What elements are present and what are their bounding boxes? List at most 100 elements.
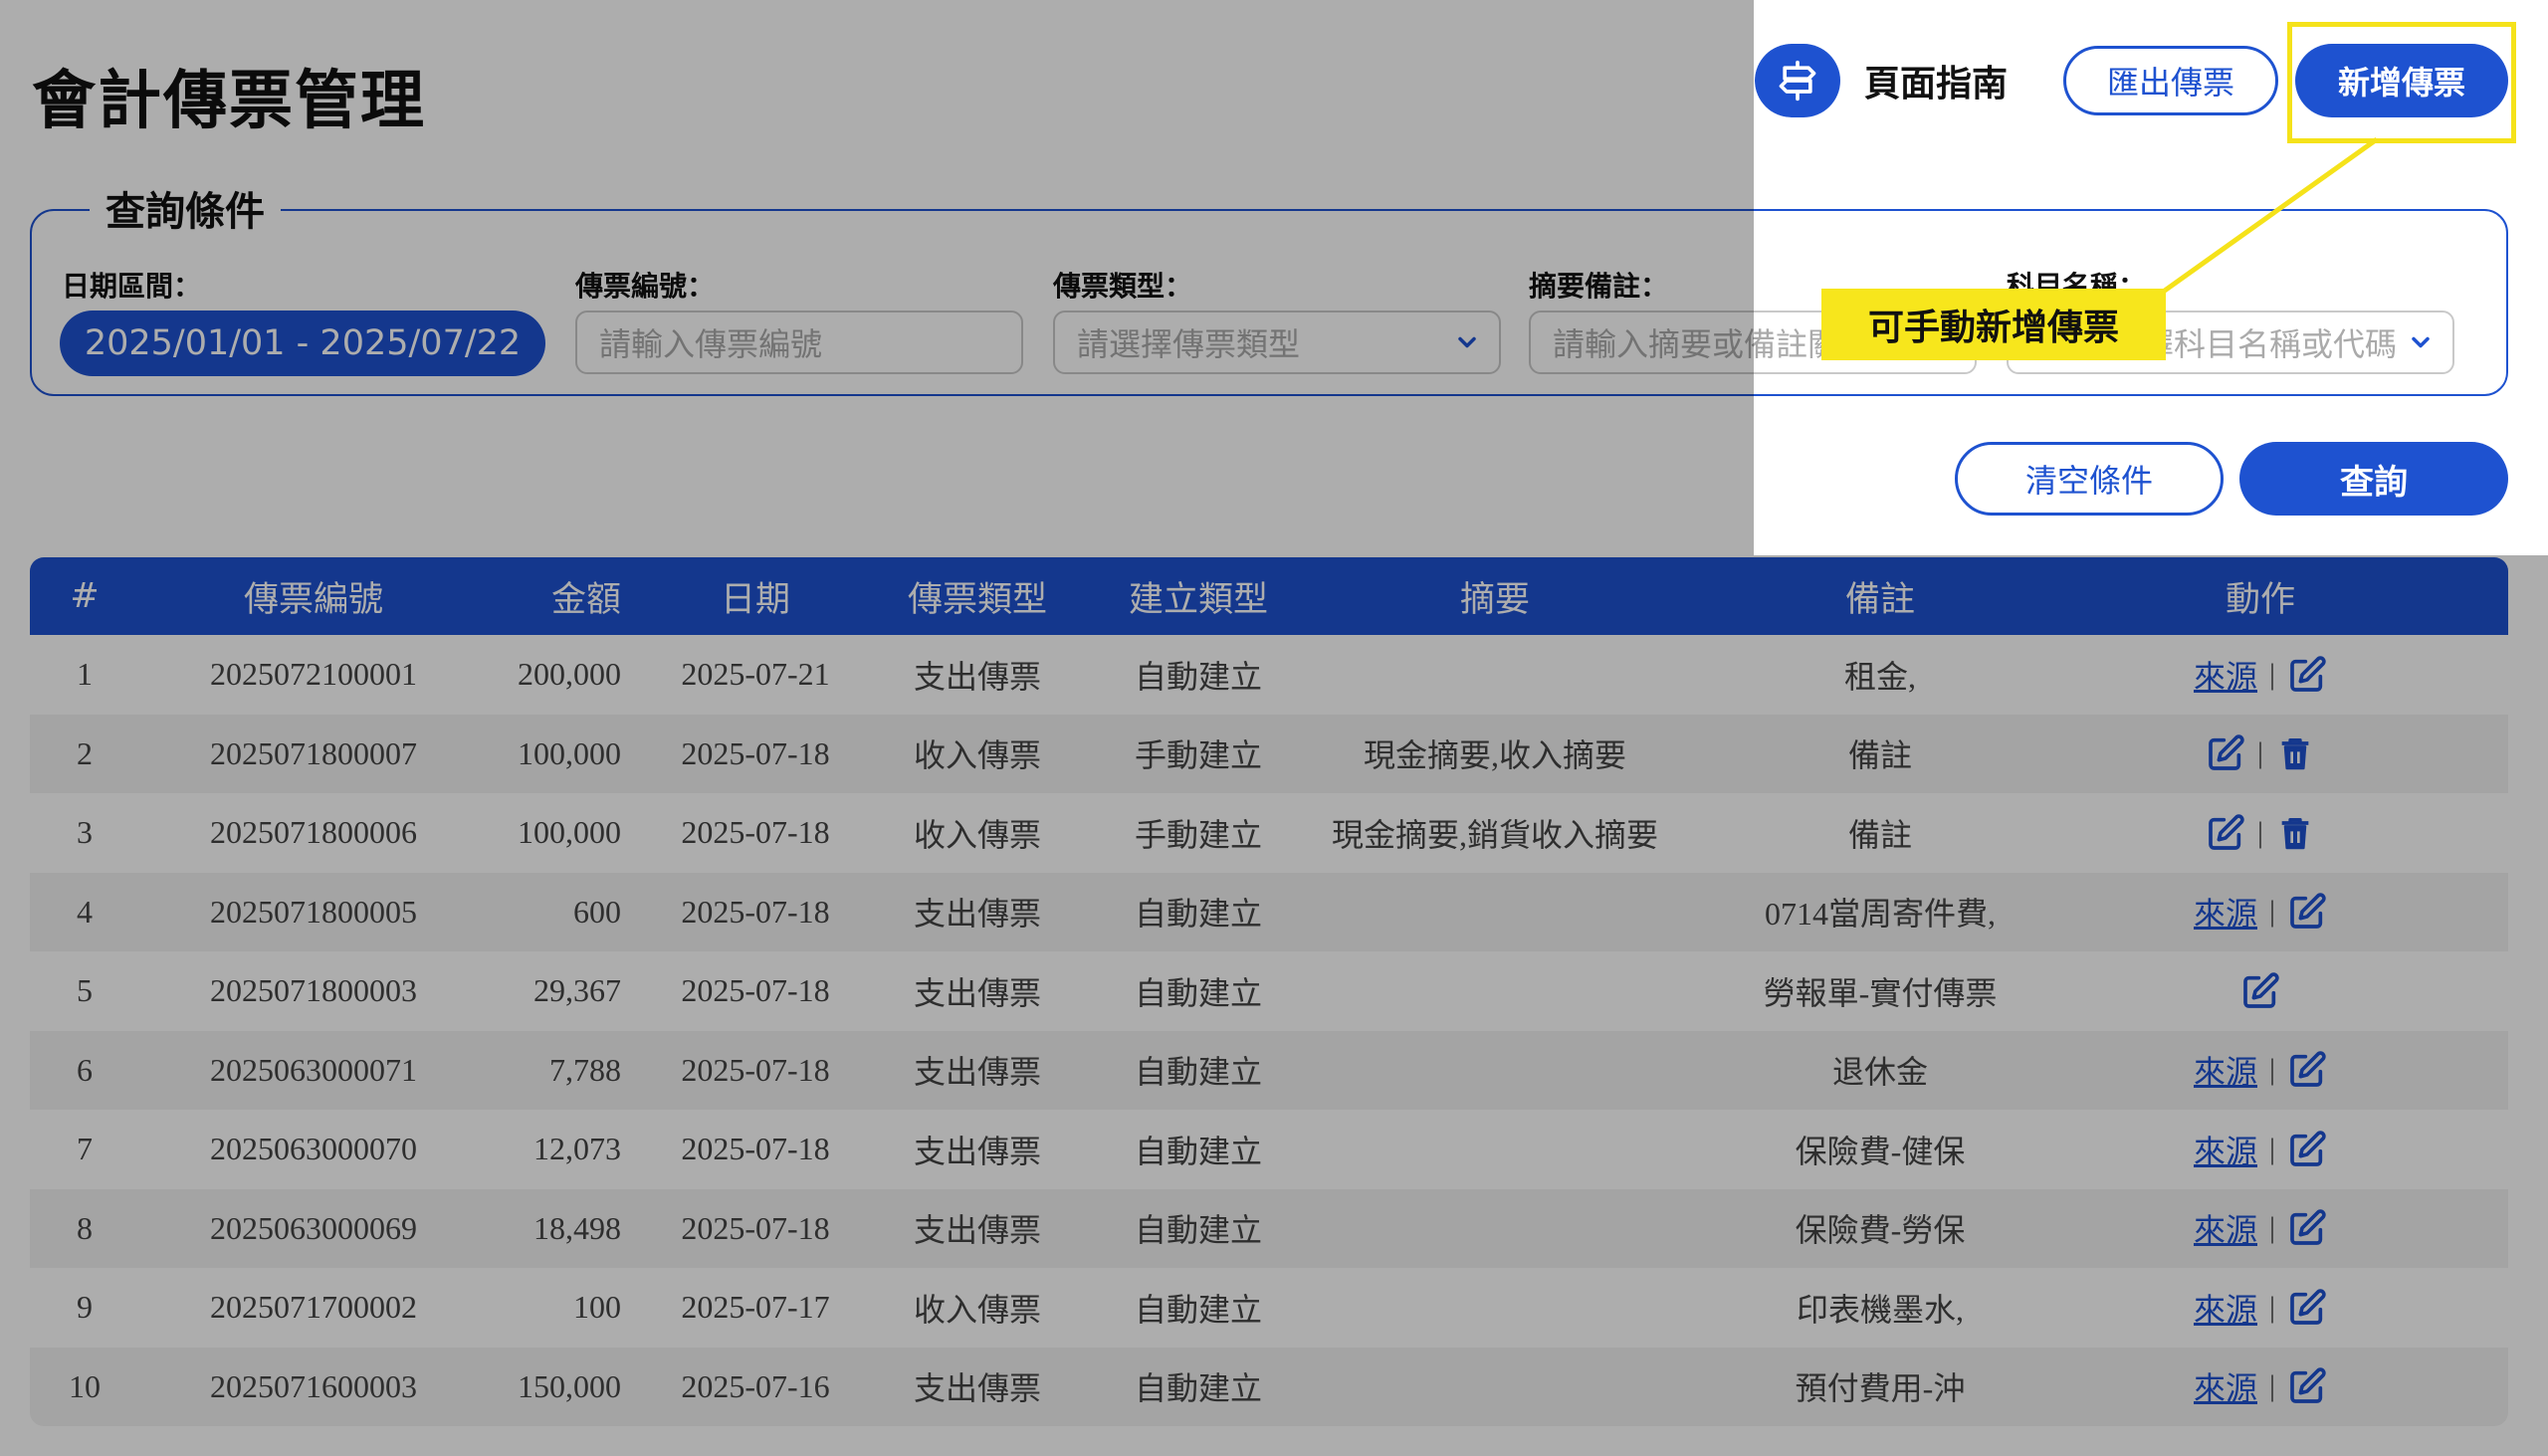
page-guide-button[interactable]: 頁面指南 [1755, 44, 2047, 117]
cell-actions: | [2102, 813, 2419, 853]
cell-create-type: 自動建立 [1134, 658, 1262, 695]
edit-icon[interactable] [2287, 892, 2327, 932]
date-range-label: 日期區間： [62, 270, 202, 303]
cell-summary: 現金摘要,銷貨收入摘要 [1332, 816, 1659, 853]
source-link[interactable]: 來源 [2194, 889, 2257, 935]
cell-voucher-no: 2025063000071 [210, 1051, 417, 1088]
table-row: 8 2025063000069 18,498 2025-07-18 支出傳票 自動建立 保險… [30, 1188, 2508, 1268]
cell-create-type: 自動建立 [1134, 1370, 1262, 1407]
cell-summary: 現金摘要,收入摘要 [1363, 737, 1626, 774]
edit-icon[interactable] [2240, 971, 2280, 1011]
trash-icon[interactable] [2275, 733, 2315, 773]
cell-voucher-type: 支出傳票 [913, 658, 1041, 695]
cell-actions [2102, 971, 2419, 1011]
cell-date: 2025-07-16 [681, 1367, 830, 1404]
voucher-type-label: 傳票類型： [1053, 270, 1193, 303]
cell-actions: 來源 | [2102, 1363, 2419, 1409]
cell-amount: 100 [573, 1289, 621, 1326]
edit-icon[interactable] [2287, 655, 2327, 695]
page: 會計傳票管理 頁面指南 匯出傳票 新增傳票 查詢條件 日期區間： 2025/01… [0, 0, 2548, 1456]
edit-icon[interactable] [2287, 1050, 2327, 1090]
cell-date: 2025-07-18 [681, 1209, 830, 1246]
edit-icon[interactable] [2287, 1208, 2327, 1248]
cell-date: 2025-07-18 [681, 893, 830, 930]
cell-voucher-type: 收入傳票 [913, 737, 1041, 774]
cell-voucher-type: 支出傳票 [913, 1054, 1041, 1091]
cell-actions: 來源 | [2102, 1047, 2419, 1093]
col-header-voucher-type: 傳票類型 [907, 579, 1047, 620]
search-button[interactable]: 查詢 [2239, 442, 2508, 516]
table-row: 7 2025063000070 12,073 2025-07-18 支出傳票 自動建立 保險… [30, 1110, 2508, 1189]
cell-note: 0714當周寄件費, [1764, 896, 1996, 933]
cell-note: 備註 [1847, 737, 1912, 774]
clear-conditions-button[interactable]: 清空條件 [1955, 442, 2224, 516]
cell-index: 7 [77, 1131, 93, 1167]
cell-index: 1 [77, 656, 93, 693]
cell-note: 備註 [1847, 816, 1912, 853]
cell-index: 2 [77, 734, 93, 771]
page-guide-label: 頁面指南 [1864, 64, 2009, 104]
cell-actions: 來源 | [2102, 1127, 2419, 1172]
cell-voucher-no: 2025071600003 [210, 1367, 417, 1404]
cell-date: 2025-07-21 [681, 656, 830, 693]
export-voucher-button[interactable]: 匯出傳票 [2063, 46, 2278, 115]
cell-amount: 600 [573, 893, 621, 930]
cell-date: 2025-07-18 [681, 734, 830, 771]
action-separator: | [2269, 1290, 2276, 1324]
cell-amount: 29,367 [533, 972, 621, 1009]
cell-voucher-no: 2025071800005 [210, 893, 417, 930]
cell-note: 租金, [1843, 658, 1916, 695]
cell-voucher-no: 2025071800006 [210, 814, 417, 851]
cell-note: 勞報單-實付傳票 [1763, 974, 1998, 1011]
tour-callout: 可手動新增傳票 [1821, 289, 2166, 360]
cell-date: 2025-07-18 [681, 1051, 830, 1088]
cell-actions: 來源 | [2102, 889, 2419, 935]
cell-voucher-type: 支出傳票 [913, 1212, 1041, 1249]
trash-icon[interactable] [2275, 813, 2315, 853]
table-row: 9 2025071700002 100 2025-07-17 收入傳票 自動建立 印表機墨水… [30, 1268, 2508, 1348]
source-link[interactable]: 來源 [2194, 1127, 2257, 1172]
cell-voucher-type: 支出傳票 [913, 974, 1041, 1011]
cell-amount: 200,000 [518, 656, 621, 693]
source-link[interactable]: 來源 [2194, 1205, 2257, 1251]
date-range-picker[interactable]: 2025/01/01 - 2025/07/22 [60, 311, 545, 376]
voucher-no-input[interactable]: 請輸入傳票編號 [575, 311, 1023, 374]
cell-voucher-type: 支出傳票 [913, 896, 1041, 933]
cell-index: 5 [77, 972, 93, 1009]
table-row: 1 2025072100001 200,000 2025-07-21 支出傳票 自動建立 租… [30, 635, 2508, 715]
cell-create-type: 自動建立 [1134, 1054, 1262, 1091]
edit-icon[interactable] [2287, 1130, 2327, 1169]
cell-note: 保險費-健保 [1795, 1133, 1966, 1169]
col-header-actions: 動作 [2225, 579, 2295, 620]
cell-date: 2025-07-18 [681, 814, 830, 851]
edit-icon[interactable] [2287, 1288, 2327, 1328]
cell-voucher-type: 收入傳票 [913, 1291, 1041, 1328]
chevron-down-icon [2412, 336, 2430, 348]
cell-index: 4 [77, 893, 93, 930]
cell-create-type: 自動建立 [1134, 1291, 1262, 1328]
cell-create-type: 自動建立 [1134, 974, 1262, 1011]
cell-note: 印表機墨水, [1796, 1291, 1964, 1328]
cell-actions: | [2102, 733, 2419, 773]
action-separator: | [2269, 895, 2276, 929]
edit-icon[interactable] [2206, 813, 2245, 853]
col-header-index: # [70, 576, 100, 616]
add-voucher-button[interactable]: 新增傳票 [2295, 44, 2508, 117]
table-row: 5 2025071800003 29,367 2025-07-18 支出傳票 自動建立 勞報… [30, 951, 2508, 1031]
cell-index: 3 [77, 814, 93, 851]
cell-actions: 來源 | [2102, 652, 2419, 698]
action-separator: | [2256, 815, 2263, 849]
cell-voucher-type: 支出傳票 [913, 1370, 1041, 1407]
source-link[interactable]: 來源 [2194, 652, 2257, 698]
cell-date: 2025-07-18 [681, 1131, 830, 1167]
source-link[interactable]: 來源 [2194, 1047, 2257, 1093]
edit-icon[interactable] [2287, 1366, 2327, 1406]
voucher-type-select[interactable]: 請選擇傳票類型 [1053, 311, 1501, 374]
source-link[interactable]: 來源 [2194, 1363, 2257, 1409]
action-separator: | [2256, 736, 2263, 770]
action-separator: | [2269, 657, 2276, 691]
cell-index: 6 [77, 1051, 93, 1088]
col-header-amount: 金額 [550, 579, 621, 620]
edit-icon[interactable] [2206, 733, 2245, 773]
source-link[interactable]: 來源 [2194, 1285, 2257, 1331]
